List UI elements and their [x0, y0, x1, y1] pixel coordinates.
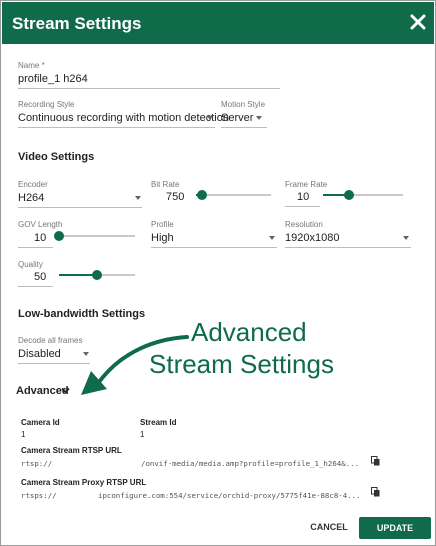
resolution-select[interactable]: 1920x1080 [285, 232, 339, 244]
profile-label: Profile [151, 220, 174, 229]
quality-underline [18, 286, 53, 287]
recording-style-underline [18, 127, 215, 128]
chevron-down-icon[interactable] [61, 387, 70, 394]
gov-length-slider-thumb[interactable] [54, 231, 65, 241]
gov-length-label: GOV Length [18, 220, 63, 229]
gov-length-underline [18, 247, 53, 248]
dialog-titlebar: Stream Settings [2, 2, 434, 44]
frame-rate-label: Frame Rate [285, 180, 328, 189]
proxy-rtsp-url-value: ipconfigure.com:554/service/orchid-proxy… [98, 491, 359, 500]
rtsp-url-prefix: rtsp:// [21, 459, 53, 468]
bit-rate-value[interactable]: 750 [166, 191, 184, 203]
rtsp-url-value: /onvif-media/media.amp?profile=profile_1… [141, 459, 359, 468]
gov-length-value[interactable]: 10 [34, 232, 46, 244]
chevron-down-icon[interactable] [207, 116, 213, 120]
annotation-line-1: Advanced [191, 317, 307, 347]
proxy-rtsp-url-prefix: rtsps:// [21, 491, 57, 500]
gov-length-slider-track[interactable] [57, 235, 135, 237]
frame-rate-value[interactable]: 10 [297, 191, 309, 203]
motion-style-underline [221, 127, 267, 128]
update-stream-button[interactable]: UPDATE STREAM [359, 517, 431, 546]
recording-style-select[interactable]: Continuous recording with motion detecti… [18, 112, 229, 124]
quality-value[interactable]: 50 [34, 271, 46, 283]
profile-select[interactable]: High [151, 232, 174, 244]
chevron-down-icon[interactable] [135, 196, 141, 200]
stream-settings-dialog: Stream Settings Name * profile_1 h264 Re… [0, 0, 436, 546]
resolution-underline [285, 247, 411, 248]
camera-id-label: Camera Id [21, 418, 60, 427]
frame-rate-slider-track[interactable] [323, 194, 403, 196]
chevron-down-icon[interactable] [269, 236, 275, 240]
video-settings-heading: Video Settings [18, 151, 95, 163]
rtsp-url-label: Camera Stream RTSP URL [21, 446, 122, 455]
frame-rate-slider-thumb[interactable] [344, 190, 355, 200]
profile-underline [151, 247, 277, 248]
bit-rate-label: Bit Rate [151, 180, 180, 189]
motion-style-label: Motion Style [221, 100, 266, 109]
copy-icon[interactable] [371, 487, 380, 497]
motion-style-select[interactable]: Server [221, 112, 253, 124]
camera-id-value: 1 [21, 430, 26, 439]
stream-id-label: Stream Id [140, 418, 177, 427]
bit-rate-slider-track[interactable] [196, 194, 271, 196]
encoder-underline [18, 207, 142, 208]
proxy-rtsp-url-label: Camera Stream Proxy RTSP URL [21, 478, 147, 487]
encoder-label: Encoder [18, 180, 48, 189]
name-input[interactable]: profile_1 h264 [18, 73, 88, 85]
recording-style-label: Recording Style [18, 100, 75, 109]
low-bandwidth-heading: Low-bandwidth Settings [18, 308, 146, 320]
dialog-title: Stream Settings [12, 14, 142, 33]
name-underline [18, 88, 280, 89]
resolution-label: Resolution [285, 220, 323, 229]
encoder-select[interactable]: H264 [18, 192, 44, 204]
cancel-button[interactable]: CANCEL [305, 517, 353, 537]
chevron-down-icon[interactable] [403, 236, 409, 240]
annotation-arrow-icon [81, 335, 189, 395]
quality-label: Quality [18, 260, 43, 269]
copy-icon[interactable] [371, 456, 380, 466]
stream-id-value: 1 [140, 430, 145, 439]
frame-rate-underline [285, 206, 320, 207]
decode-all-frames-select[interactable]: Disabled [18, 348, 61, 360]
name-label: Name * [18, 61, 45, 70]
close-icon[interactable] [410, 14, 426, 30]
quality-slider-thumb[interactable] [92, 270, 102, 280]
chevron-down-icon[interactable] [256, 116, 262, 120]
bit-rate-slider-thumb[interactable] [197, 190, 207, 200]
